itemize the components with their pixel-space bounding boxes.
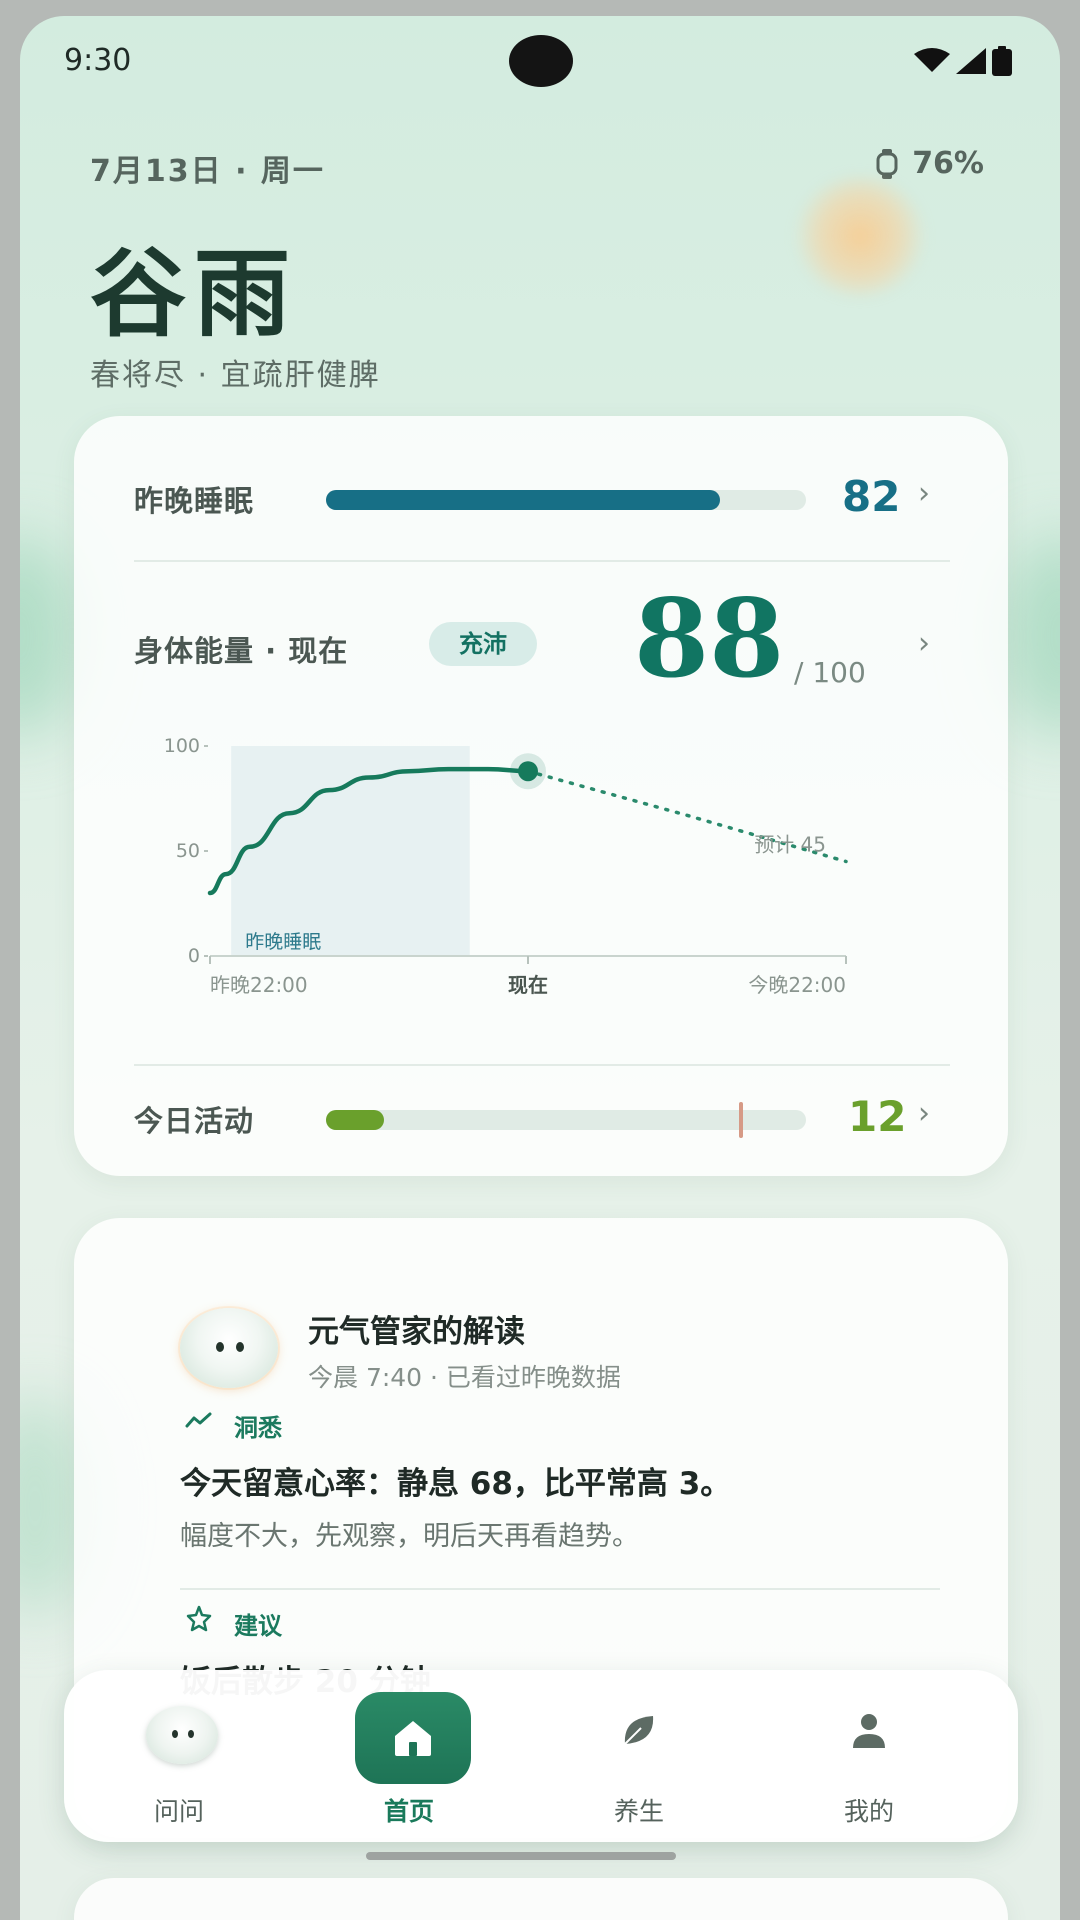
energy-row[interactable]: 身体能量 · 现在 充沛 88 / 100 › bbox=[74, 576, 1008, 726]
insight-detail: 幅度不大，先观察，明后天再看趋势。 bbox=[180, 1521, 639, 1552]
insight-label: 洞悉 bbox=[234, 1414, 282, 1442]
chevron-right-icon: › bbox=[918, 476, 930, 511]
assistant-avatar bbox=[180, 1308, 278, 1388]
energy-status-badge: 充沛 bbox=[429, 622, 537, 666]
energy-label: 身体能量 · 现在 bbox=[134, 634, 349, 668]
status-time: 9:30 bbox=[64, 43, 132, 78]
sleep-progress-fill bbox=[326, 490, 720, 510]
sleep-band-label: 昨晚睡眠 bbox=[245, 931, 321, 953]
home-icon bbox=[395, 1721, 431, 1756]
nav-label: 养生 bbox=[613, 1797, 664, 1826]
sleep-score: 82 bbox=[842, 472, 901, 521]
watch-battery[interactable]: 76% bbox=[876, 146, 984, 181]
bottom-nav: 问问 首页 养生 我的 bbox=[64, 1670, 1018, 1842]
avatar-eye bbox=[172, 1730, 178, 1738]
activity-progress-fill bbox=[326, 1110, 384, 1130]
chevron-right-icon: › bbox=[918, 626, 930, 661]
health-summary-card: 昨晚睡眠 82 › 身体能量 · 现在 充沛 88 / 100 › 昨晚睡眠 10… bbox=[74, 416, 1008, 1176]
sleep-row[interactable]: 昨晚睡眠 82 › bbox=[74, 466, 1008, 536]
divider bbox=[134, 560, 950, 562]
trend-icon bbox=[185, 1412, 212, 1428]
nav-profile[interactable]: 我的 bbox=[754, 1670, 984, 1842]
nav-label: 首页 bbox=[383, 1797, 434, 1826]
date-label: 7月13日 · 周一 bbox=[90, 154, 325, 189]
star-icon bbox=[186, 1605, 212, 1632]
avatar-eye bbox=[236, 1342, 244, 1352]
solar-term-title: 谷雨 bbox=[90, 237, 298, 350]
person-icon bbox=[853, 1714, 885, 1748]
divider bbox=[134, 1064, 950, 1066]
activity-row[interactable]: 今日活动 12 › bbox=[74, 1086, 1008, 1156]
nav-wellness[interactable]: 养生 bbox=[524, 1670, 754, 1842]
avatar-eye bbox=[216, 1342, 224, 1352]
insight-text: 今天留意心率：静息 68，比平常高 3。 bbox=[180, 1466, 732, 1502]
x-tick-label: 现在 bbox=[508, 973, 548, 997]
activity-label: 今日活动 bbox=[134, 1104, 255, 1138]
energy-max: / 100 bbox=[794, 656, 866, 689]
camera-cutout bbox=[509, 35, 573, 87]
watch-battery-text: 76% bbox=[912, 146, 984, 181]
nav-home[interactable]: 首页 bbox=[294, 1670, 524, 1842]
chevron-right-icon: › bbox=[918, 1096, 930, 1131]
app-screen: 9:30 7月13日 · 周一 76% 谷雨 春将尽 · 宜疏肝健脾 昨晚睡眠 … bbox=[20, 16, 1060, 1920]
y-tick-label: 100 bbox=[164, 735, 200, 757]
status-bar: 9:30 bbox=[20, 16, 1060, 106]
y-tick-label: 50 bbox=[176, 840, 200, 862]
energy-chart: 昨晚睡眠 100 50 0 昨晚22:00 现在 今晚22:00 预计 45 bbox=[164, 735, 848, 997]
leaf-icon bbox=[624, 1716, 654, 1745]
nav-label: 问问 bbox=[153, 1797, 204, 1826]
nav-label: 我的 bbox=[843, 1797, 894, 1826]
sleep-label: 昨晚睡眠 bbox=[134, 484, 255, 518]
sun-decor bbox=[795, 176, 925, 296]
x-tick-label: 今晚22:00 bbox=[748, 973, 846, 997]
status-icons bbox=[914, 46, 1012, 76]
wifi-icon bbox=[914, 48, 950, 72]
ai-card-subtitle: 今晨 7:40 · 已看过昨晚数据 bbox=[308, 1363, 621, 1392]
y-tick-label: 0 bbox=[188, 945, 200, 967]
x-tick-label: 昨晚22:00 bbox=[210, 973, 308, 997]
activity-progress-bar bbox=[326, 1102, 806, 1138]
next-card bbox=[74, 1878, 1008, 1920]
cellular-signal-icon bbox=[956, 48, 986, 74]
solar-term-tagline: 春将尽 · 宜疏肝健脾 bbox=[90, 358, 381, 393]
forecast-label: 预计 45 bbox=[754, 833, 826, 857]
assistant-avatar-icon bbox=[146, 1706, 218, 1764]
decor-glow bbox=[20, 536, 80, 736]
sleep-band bbox=[231, 746, 470, 956]
avatar-eye bbox=[188, 1730, 194, 1738]
watch-icon bbox=[876, 148, 898, 179]
now-marker bbox=[518, 761, 538, 782]
activity-score: 12 bbox=[848, 1092, 907, 1141]
home-indicator[interactable] bbox=[366, 1852, 676, 1860]
divider bbox=[180, 1588, 940, 1590]
energy-value: 88 bbox=[634, 576, 785, 702]
decor-glow bbox=[1000, 536, 1060, 736]
advice-label: 建议 bbox=[234, 1612, 282, 1640]
battery-icon bbox=[992, 46, 1012, 76]
sleep-progress-bar bbox=[326, 490, 806, 510]
nav-ask[interactable]: 问问 bbox=[64, 1670, 294, 1842]
home-button bbox=[355, 1692, 471, 1784]
ai-card-title: 元气管家的解读 bbox=[308, 1314, 525, 1350]
activity-goal-marker bbox=[738, 1102, 743, 1138]
